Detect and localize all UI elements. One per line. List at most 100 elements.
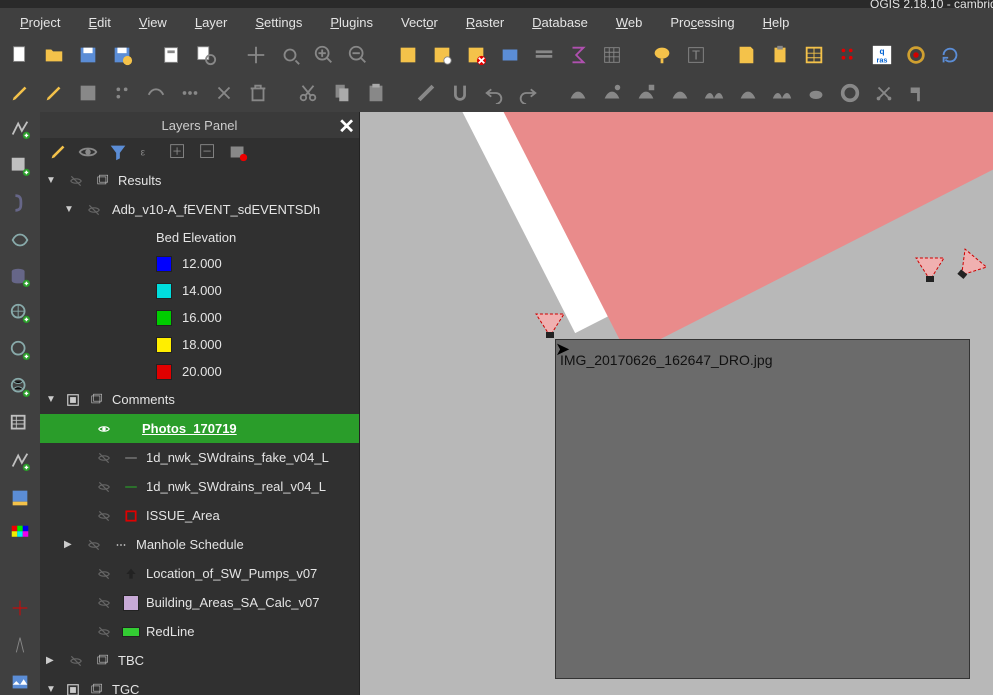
gear-ring-icon[interactable] [902, 41, 930, 69]
image-icon[interactable] [5, 668, 35, 695]
visibility-off-icon[interactable] [92, 480, 116, 494]
expander-icon[interactable]: ▼ [64, 204, 76, 215]
open-icon[interactable] [40, 41, 68, 69]
refresh-icon[interactable] [936, 41, 964, 69]
layer-photos[interactable]: Photos_170719 [40, 414, 359, 443]
ruler-icon[interactable] [412, 79, 440, 107]
add-db-icon[interactable] [5, 263, 35, 290]
identify-icon[interactable] [648, 41, 676, 69]
layer-swdrains-real[interactable]: 1d_nwk_SWdrains_real_v04_L [40, 472, 359, 501]
add-feature-icon[interactable] [108, 79, 136, 107]
zoom-in-icon[interactable] [310, 41, 338, 69]
zoom-last-icon[interactable] [496, 41, 524, 69]
group-tgc[interactable]: ▼ TGC [40, 675, 359, 695]
new-shapefile-icon[interactable] [5, 447, 35, 474]
expander-icon[interactable]: ▼ [46, 394, 58, 405]
add-raster-icon[interactable] [5, 153, 35, 180]
blob-icon[interactable] [802, 79, 830, 107]
ring-icon[interactable] [836, 79, 864, 107]
visibility-off-icon[interactable] [92, 625, 116, 639]
visibility-off-icon[interactable] [82, 538, 106, 552]
group-tbc[interactable]: ▶ TBC [40, 646, 359, 675]
visibility-off-icon[interactable] [64, 654, 88, 668]
save-icon[interactable] [74, 41, 102, 69]
expander-icon[interactable]: ▼ [46, 684, 58, 695]
zoom-layer-icon[interactable] [462, 41, 490, 69]
menu-raster[interactable]: Raster [452, 11, 518, 34]
add-wcs-icon[interactable] [5, 337, 35, 364]
menu-view[interactable]: View [125, 11, 181, 34]
menu-help[interactable]: Help [749, 11, 804, 34]
zoom-out-icon[interactable] [344, 41, 372, 69]
menu-web[interactable]: Web [602, 11, 657, 34]
add-delimited-icon[interactable] [5, 411, 35, 438]
node-tool-icon[interactable] [176, 79, 204, 107]
note-icon[interactable] [732, 41, 760, 69]
delete-icon[interactable] [244, 79, 272, 107]
group-comments[interactable]: ▼ Comments [40, 385, 359, 414]
composer-manager-icon[interactable] [192, 41, 220, 69]
print-composer-icon[interactable] [158, 41, 186, 69]
menu-edit[interactable]: Edit [74, 11, 124, 34]
menu-layer[interactable]: Layer [181, 11, 242, 34]
layer-swdrains-fake[interactable]: 1d_nwk_SWdrains_fake_v04_L [40, 443, 359, 472]
profile-7-icon[interactable] [768, 79, 796, 107]
expander-icon[interactable]: ▶ [64, 539, 76, 550]
photo-marker[interactable] [910, 252, 950, 282]
undo-icon[interactable] [480, 79, 508, 107]
qras-icon[interactable]: qras [868, 41, 896, 69]
add-postgis-icon[interactable] [5, 190, 35, 217]
cut-icon[interactable] [294, 79, 322, 107]
style-btn-icon[interactable] [46, 140, 70, 164]
profile-5-icon[interactable] [700, 79, 728, 107]
zoom-next-icon[interactable] [530, 41, 558, 69]
menu-processing[interactable]: Processing [656, 11, 748, 34]
menu-project[interactable]: Project [6, 11, 74, 34]
redo-icon[interactable] [514, 79, 542, 107]
visibility-off-icon[interactable] [92, 509, 116, 523]
zoom-selection-icon[interactable] [428, 41, 456, 69]
grid-icon[interactable] [598, 41, 626, 69]
menu-database[interactable]: Database [518, 11, 602, 34]
profile-4-icon[interactable] [666, 79, 694, 107]
visibility-off-icon[interactable] [92, 451, 116, 465]
pencil-icon[interactable] [40, 79, 68, 107]
sigma-icon[interactable] [564, 41, 592, 69]
move-feature-icon[interactable] [142, 79, 170, 107]
add-wms-icon[interactable] [5, 300, 35, 327]
style-manager-icon[interactable] [5, 484, 35, 511]
visibility-off-icon[interactable] [82, 203, 106, 217]
group-results[interactable]: ▼ Results [40, 166, 359, 195]
expand-all-icon[interactable] [166, 140, 190, 164]
profile-1-icon[interactable] [564, 79, 592, 107]
zoom-full-icon[interactable] [394, 41, 422, 69]
table-icon[interactable] [800, 41, 828, 69]
color-picker-icon[interactable] [5, 521, 35, 548]
save-edits-icon[interactable] [74, 79, 102, 107]
crosshair-icon[interactable] [5, 595, 35, 622]
pan-selection-icon[interactable] [276, 41, 304, 69]
remove-layer-icon[interactable] [226, 140, 250, 164]
map-canvas[interactable]: ➤ IMG_20170626_162647_DRO.jpg [360, 112, 993, 695]
checkbox-icon[interactable] [64, 392, 82, 408]
close-icon[interactable]: ✕ [338, 114, 355, 139]
visibility-off-icon[interactable] [92, 567, 116, 581]
copy-icon[interactable] [328, 79, 356, 107]
filter-icon[interactable] [106, 140, 130, 164]
layer-manhole[interactable]: ▶ Manhole Schedule [40, 530, 359, 559]
profile-3-icon[interactable] [632, 79, 660, 107]
pan-icon[interactable] [242, 41, 270, 69]
visibility-off-icon[interactable] [92, 596, 116, 610]
text-icon[interactable]: T [682, 41, 710, 69]
add-spatialite-icon[interactable] [5, 226, 35, 253]
checkbox-icon[interactable] [64, 682, 82, 695]
profile-6-icon[interactable] [734, 79, 762, 107]
magnet-icon[interactable] [446, 79, 474, 107]
layer-pumps[interactable]: Location_of_SW_Pumps_v07 [40, 559, 359, 588]
new-project-icon[interactable] [6, 41, 34, 69]
menu-settings[interactable]: Settings [241, 11, 316, 34]
paste-icon[interactable] [362, 79, 390, 107]
collapse-all-icon[interactable] [196, 140, 220, 164]
expander-icon[interactable]: ▶ [46, 655, 58, 666]
scissors-icon[interactable] [870, 79, 898, 107]
